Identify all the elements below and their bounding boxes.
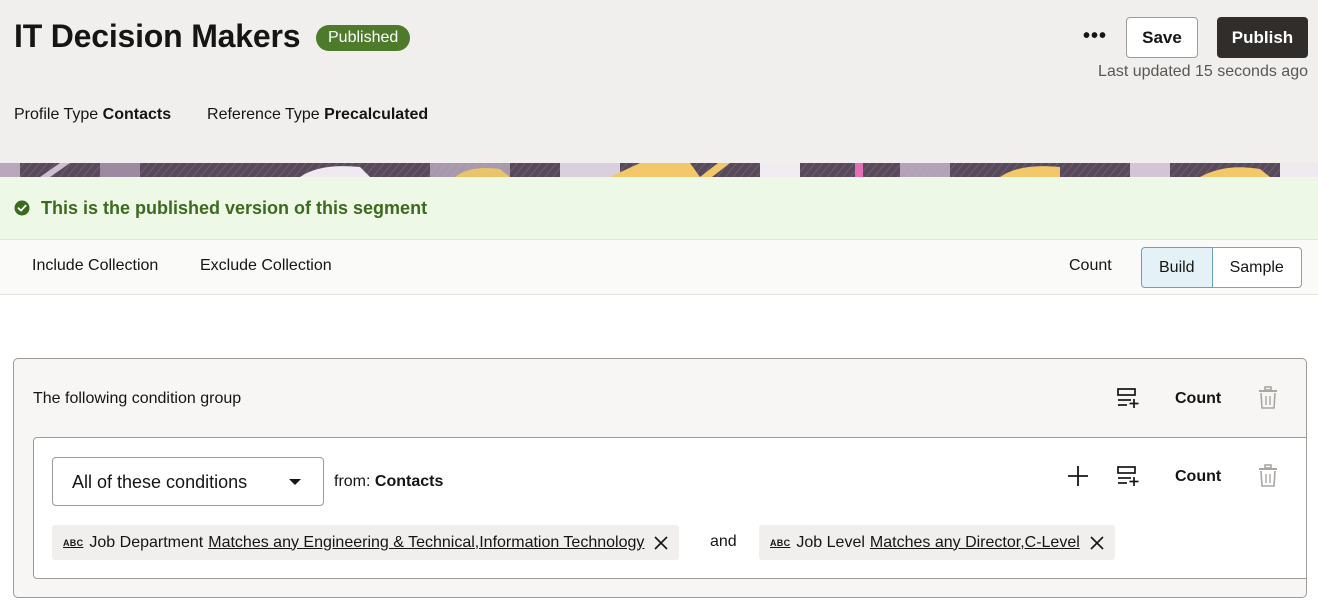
save-button[interactable]: Save bbox=[1126, 17, 1198, 58]
text-type-icon: ABC bbox=[63, 537, 84, 548]
exclude-collection-button[interactable]: Exclude Collection bbox=[200, 257, 332, 275]
more-actions-button[interactable]: ••• bbox=[1080, 24, 1110, 52]
condition-count-button[interactable]: Count bbox=[1175, 468, 1221, 486]
add-group-icon[interactable] bbox=[1115, 385, 1141, 411]
include-collection-button[interactable]: Include Collection bbox=[32, 257, 158, 275]
last-updated-text: Last updated 15 seconds ago bbox=[1098, 63, 1308, 80]
view-toggle: Build Sample bbox=[1141, 247, 1302, 288]
reference-type-value: Precalculated bbox=[324, 106, 429, 123]
publish-button[interactable]: Publish bbox=[1217, 17, 1308, 58]
condition-attribute: Job Level bbox=[796, 533, 865, 551]
segment-toolbar: Include Collection Exclude Collection Co… bbox=[0, 240, 1318, 295]
build-view-button[interactable]: Build bbox=[1141, 247, 1213, 288]
remove-condition-icon[interactable] bbox=[653, 535, 669, 551]
match-mode-select[interactable]: All of these conditions bbox=[52, 457, 324, 506]
remove-condition-icon[interactable] bbox=[1089, 535, 1105, 551]
status-badge: Published bbox=[316, 25, 411, 51]
segment-meta: Profile Type Contacts Reference Type Pre… bbox=[14, 106, 428, 124]
page-title: IT Decision Makers bbox=[14, 18, 301, 54]
banner-pattern bbox=[0, 163, 1318, 177]
sample-view-button[interactable]: Sample bbox=[1212, 247, 1302, 288]
delete-condition-block-icon[interactable] bbox=[1255, 463, 1281, 489]
published-notice-text: This is the published version of this se… bbox=[41, 198, 428, 218]
check-circle-icon bbox=[14, 200, 30, 216]
condition-rule-link[interactable]: Matches any Director,C-Level bbox=[870, 534, 1080, 552]
published-notice: This is the published version of this se… bbox=[0, 177, 1318, 240]
text-type-icon: ABC bbox=[770, 537, 791, 548]
from-source: from: Contacts bbox=[334, 473, 443, 491]
condition-group-title: The following condition group bbox=[33, 390, 242, 407]
condition-rule-link[interactable]: Matches any Engineering & Technical,Info… bbox=[208, 534, 644, 552]
condition-joiner: and bbox=[710, 533, 737, 550]
group-count-button[interactable]: Count bbox=[1175, 390, 1221, 408]
condition-chip-job-department: ABC Job Department Matches any Engineeri… bbox=[52, 525, 680, 560]
match-mode-value: All of these conditions bbox=[72, 472, 248, 492]
plus-icon[interactable] bbox=[1065, 463, 1091, 489]
from-label: from: bbox=[334, 473, 371, 490]
page-header: IT Decision Makers Published ••• Save Pu… bbox=[0, 0, 1318, 163]
condition-group: The following condition group Count All … bbox=[13, 358, 1307, 598]
condition-chip-job-level: ABC Job Level Matches any Director,C-Lev… bbox=[759, 525, 1115, 560]
profile-type-value: Contacts bbox=[102, 106, 172, 123]
add-subgroup-icon[interactable] bbox=[1115, 463, 1141, 489]
decorative-banner bbox=[0, 163, 1318, 177]
condition-attribute: Job Department bbox=[89, 533, 204, 551]
profile-type-label: Profile Type bbox=[14, 106, 99, 123]
from-value: Contacts bbox=[374, 473, 444, 490]
delete-group-icon[interactable] bbox=[1255, 385, 1281, 411]
reference-type-label: Reference Type bbox=[207, 106, 320, 123]
condition-block: All of these conditions from: Contacts C… bbox=[33, 437, 1306, 579]
caret-down-icon bbox=[289, 479, 301, 485]
toolbar-count-button[interactable]: Count bbox=[1069, 257, 1112, 275]
